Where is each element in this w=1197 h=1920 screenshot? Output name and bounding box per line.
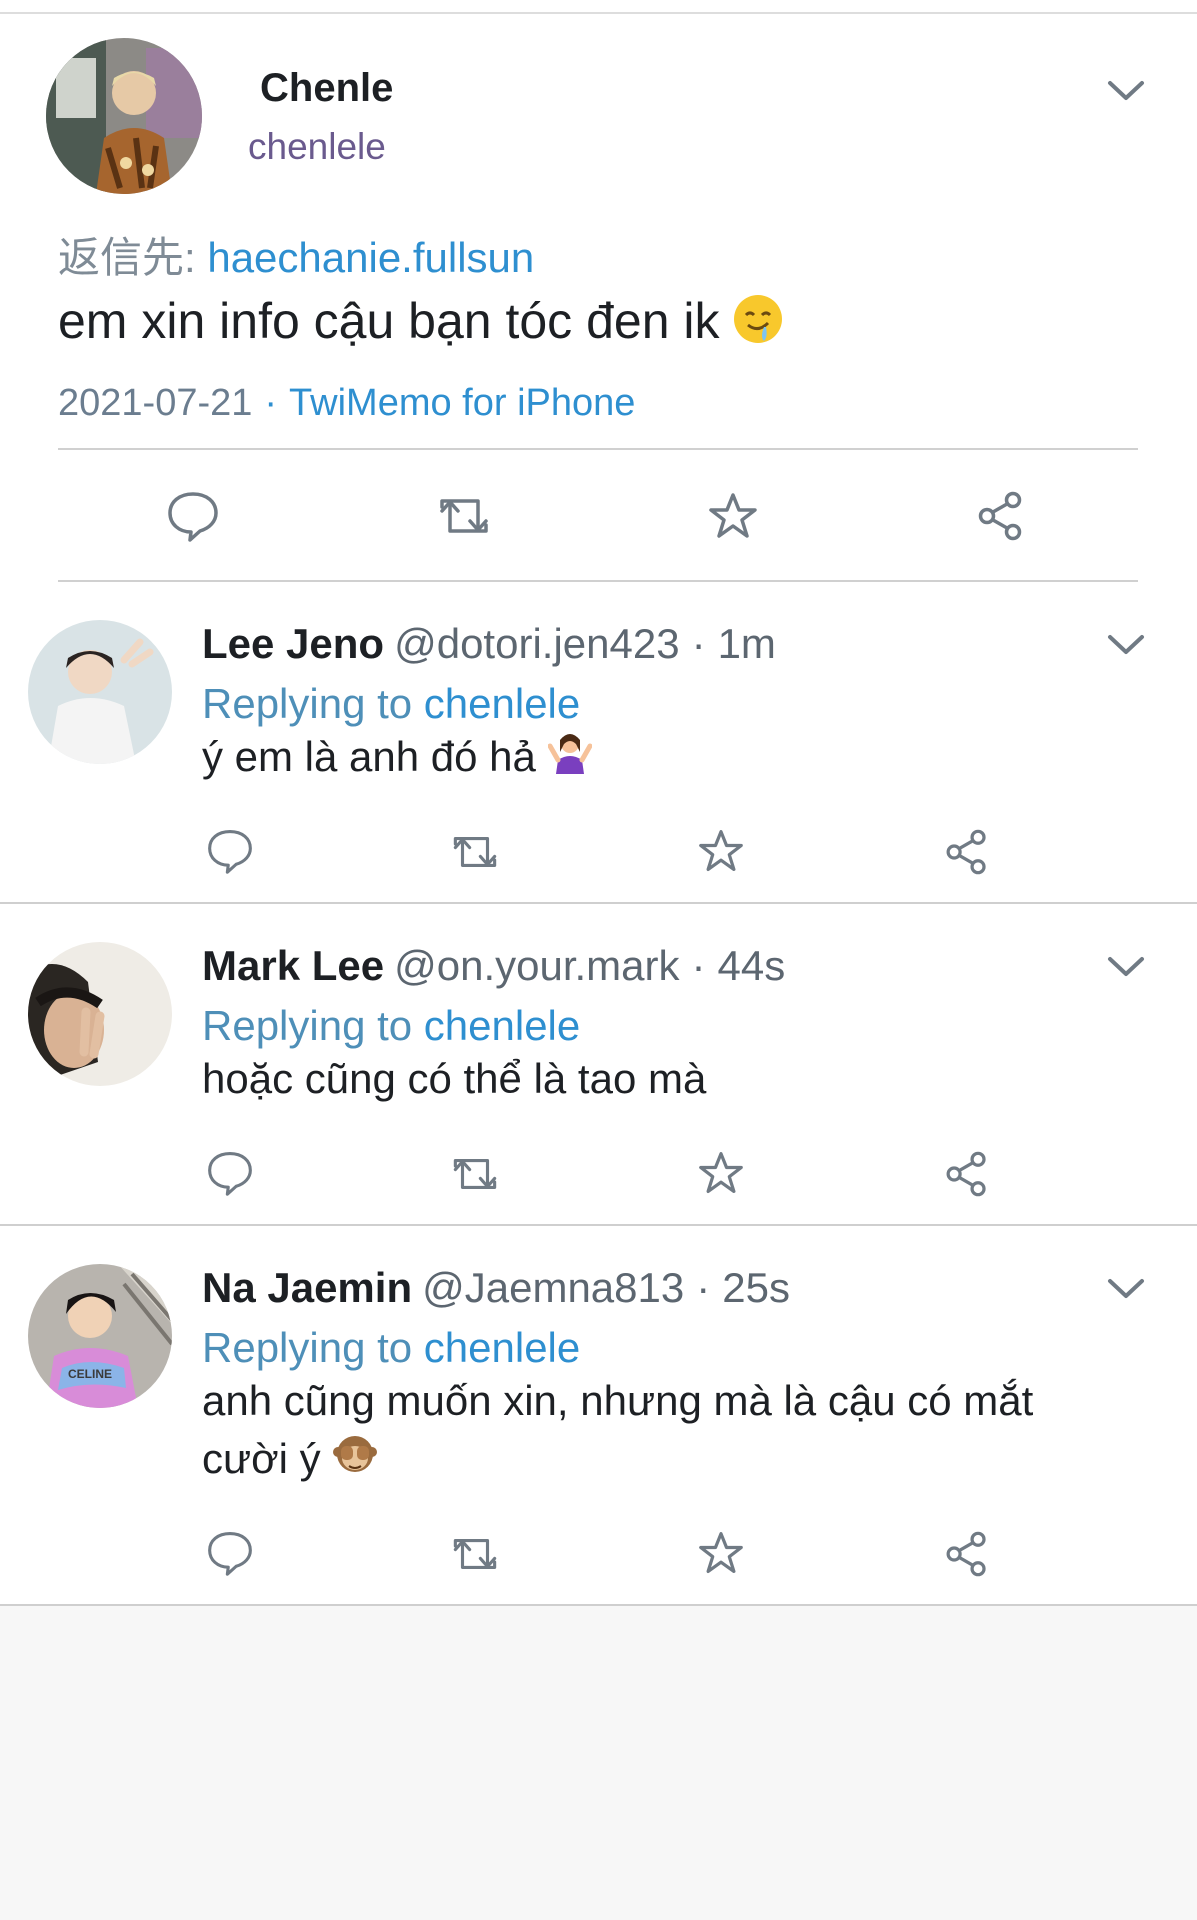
avatar[interactable] — [46, 38, 202, 194]
replying-to-line: Replying to chenlele — [202, 680, 580, 728]
reply-tweet[interactable]: Lee Jeno @dotori.jen423 · 1m Replying to ch… — [0, 582, 1197, 904]
avatar[interactable]: CELINE — [28, 1264, 172, 1408]
reply-icon[interactable] — [166, 490, 220, 542]
divider — [58, 448, 1138, 450]
reply-text-content: anh cũng muốn xin, nhưng mà là cậu có mắ… — [202, 1377, 1034, 1482]
reply-name[interactable]: Lee Jeno — [202, 620, 384, 667]
star-icon[interactable] — [698, 828, 744, 874]
reply-header: Na Jaemin @Jaemna813 · 25s — [202, 1264, 790, 1312]
reply-icon[interactable] — [206, 1530, 254, 1576]
replying-to-prefix: Replying to — [202, 680, 413, 727]
star-icon[interactable] — [698, 1150, 744, 1196]
reply-tweet[interactable]: CELINE Na Jaemin @Jaemna813 · 25s Replying … — [0, 1226, 1197, 1606]
avatar[interactable] — [28, 620, 172, 764]
reply-icon[interactable] — [206, 1150, 254, 1196]
star-icon[interactable] — [698, 1530, 744, 1576]
reply-time: 44s — [717, 942, 786, 989]
replying-to-user-link[interactable]: chenlele — [424, 1002, 580, 1049]
display-name[interactable]: Chenle — [260, 66, 393, 111]
username[interactable]: chenlele — [248, 126, 386, 168]
replying-to-user-link[interactable]: chenlele — [424, 1324, 580, 1371]
reply-header: Lee Jeno @dotori.jen423 · 1m — [202, 620, 776, 668]
avatar-shirt-logo: CELINE — [68, 1367, 112, 1381]
star-icon[interactable] — [708, 491, 758, 541]
header-separator: · — [691, 942, 706, 989]
reply-text: ý em là anh đó hả — [202, 728, 1122, 789]
reply-handle[interactable]: @Jaemna813 — [422, 1264, 684, 1311]
reply-time: 25s — [722, 1264, 790, 1311]
replying-to-user-link[interactable]: chenlele — [424, 680, 580, 727]
reply-name[interactable]: Na Jaemin — [202, 1264, 412, 1311]
reply-handle[interactable]: @on.your.mark — [394, 942, 679, 989]
share-icon[interactable] — [944, 1150, 990, 1198]
top-divider — [0, 12, 1197, 14]
main-tweet: Chenle chenlele 返信先: haechanie.fullsun e… — [0, 0, 1197, 582]
tweet-date: 2021-07-21 — [58, 382, 253, 424]
retweet-icon[interactable] — [450, 831, 500, 873]
replying-to-line: Replying to chenlele — [202, 1324, 580, 1372]
share-icon[interactable] — [976, 490, 1026, 542]
reply-to-prefix: 返信先: — [58, 234, 196, 281]
reply-text-content: ý em là anh đó hả — [202, 733, 536, 780]
chevron-down-icon[interactable] — [1106, 954, 1146, 980]
drooling-face-icon — [732, 293, 784, 357]
tweet-meta: 2021-07-21 · TwiMemo for iPhone — [58, 382, 635, 425]
reply-text-content: hoặc cũng có thể là tao mà — [202, 1055, 707, 1102]
see-no-evil-monkey-icon — [332, 1432, 377, 1491]
share-icon[interactable] — [944, 1530, 990, 1578]
reply-handle[interactable]: @dotori.jen423 — [394, 620, 680, 667]
replying-to-line: Replying to chenlele — [202, 1002, 580, 1050]
reply-text: hoặc cũng có thể là tao mà — [202, 1050, 1122, 1108]
reply-to-line: 返信先: haechanie.fullsun — [58, 224, 534, 285]
reply-to-user-link[interactable]: haechanie.fullsun — [207, 234, 534, 281]
avatar[interactable] — [28, 942, 172, 1086]
person-shrugging-icon — [547, 730, 593, 789]
tweet-text: em xin info cậu bạn tóc đen ik — [58, 292, 784, 357]
tweet-text-content: em xin info cậu bạn tóc đen ik — [58, 293, 720, 349]
retweet-icon[interactable] — [436, 493, 492, 539]
client-link[interactable]: TwiMemo for iPhone — [289, 382, 635, 424]
meta-separator: · — [264, 382, 278, 424]
retweet-icon[interactable] — [450, 1533, 500, 1575]
header-separator: · — [696, 1264, 711, 1311]
replying-to-prefix: Replying to — [202, 1002, 413, 1049]
replying-to-prefix: Replying to — [202, 1324, 413, 1371]
share-icon[interactable] — [944, 828, 990, 876]
tweet-thread-page: Chenle chenlele 返信先: haechanie.fullsun e… — [0, 0, 1197, 1920]
retweet-icon[interactable] — [450, 1153, 500, 1195]
reply-name[interactable]: Mark Lee — [202, 942, 384, 989]
reply-icon[interactable] — [206, 828, 254, 874]
divider — [0, 1604, 1197, 1606]
reply-header: Mark Lee @on.your.mark · 44s — [202, 942, 785, 990]
chevron-down-icon[interactable] — [1106, 632, 1146, 658]
header-separator: · — [691, 620, 706, 667]
chevron-down-icon[interactable] — [1106, 78, 1146, 104]
chevron-down-icon[interactable] — [1106, 1276, 1146, 1302]
reply-tweet[interactable]: Mark Lee @on.your.mark · 44s Replying to ch… — [0, 904, 1197, 1226]
reply-text: anh cũng muốn xin, nhưng mà là cậu có mắ… — [202, 1372, 1122, 1491]
reply-time: 1m — [717, 620, 776, 667]
